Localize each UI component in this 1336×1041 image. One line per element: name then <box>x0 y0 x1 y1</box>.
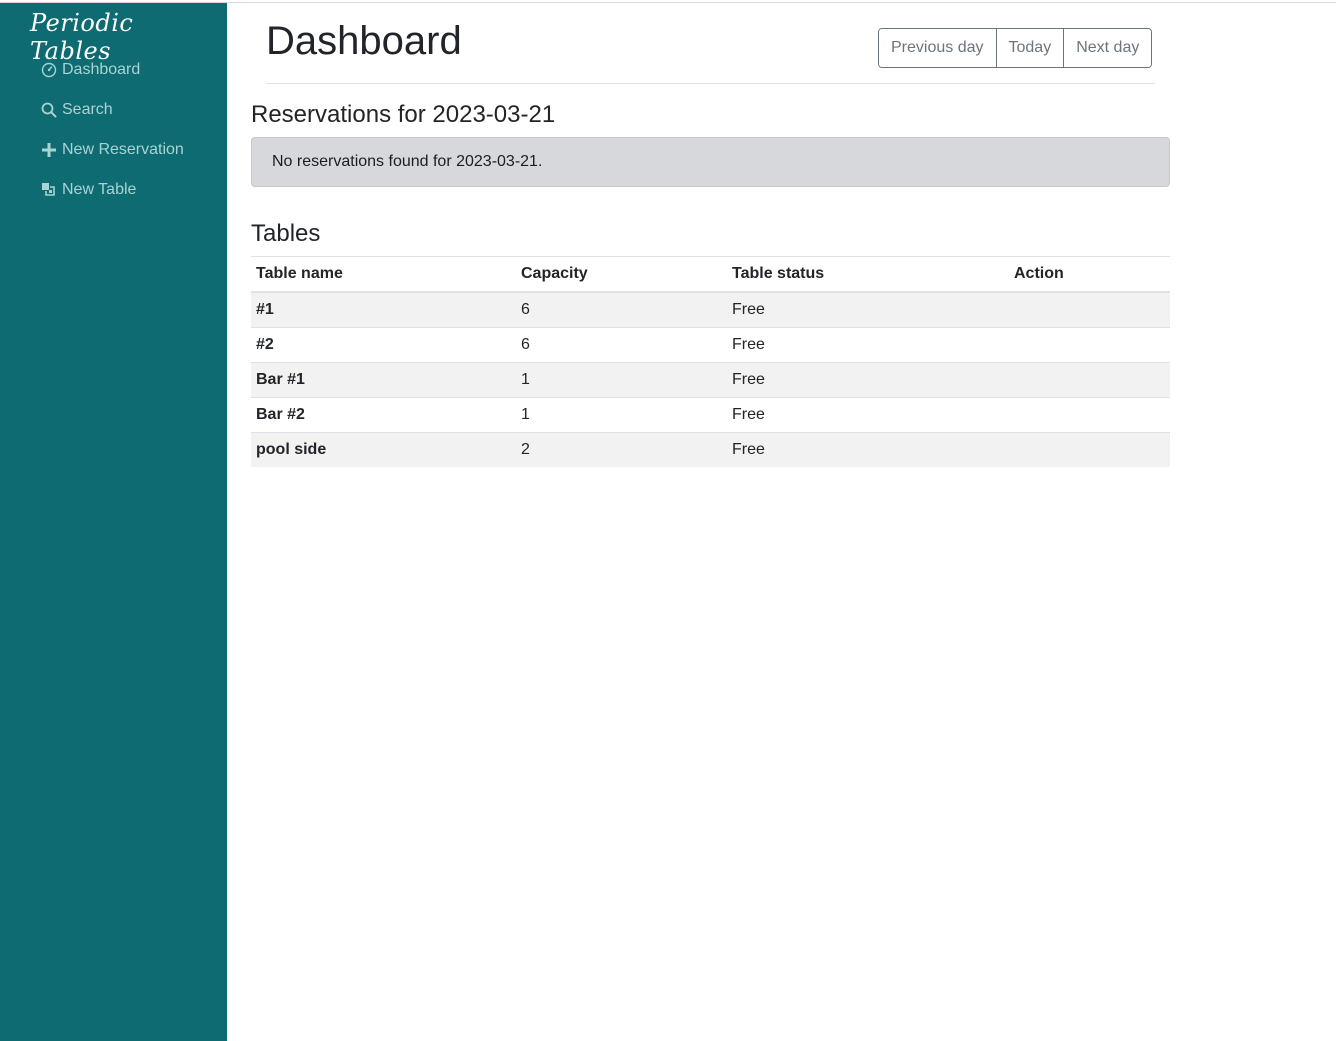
table-header-row: Table name Capacity Table status Action <box>251 256 1170 293</box>
status-cell: Free <box>727 432 1009 467</box>
dashboard-icon <box>40 61 58 79</box>
sidebar-item-search[interactable]: Search <box>40 98 113 122</box>
reservations-heading: Reservations for 2023-03-21 <box>251 101 556 128</box>
sidebar-item-label: Dashboard <box>62 61 141 78</box>
action-cell <box>1009 362 1170 398</box>
sidebar-item-label: New Reservation <box>62 141 184 158</box>
capacity-cell: 1 <box>516 362 727 398</box>
action-cell <box>1009 397 1170 433</box>
next-day-button[interactable]: Next day <box>1063 29 1152 67</box>
divider <box>266 83 1155 84</box>
alert-text: No reservations found for 2023-03-21. <box>272 153 543 170</box>
search-icon <box>40 101 58 119</box>
table-row: pool side 2 Free <box>251 432 1170 467</box>
column-header: Capacity <box>516 256 727 293</box>
column-header: Action <box>1009 256 1170 293</box>
status-cell: Free <box>727 397 1009 433</box>
capacity-cell: 1 <box>516 397 727 433</box>
tables-table: Table name Capacity Table status Action … <box>251 256 1170 467</box>
tables-heading: Tables <box>251 220 321 247</box>
action-cell <box>1009 291 1170 328</box>
brand-logo[interactable]: Periodic Tables <box>30 9 220 65</box>
sidebar-item-label: New Table <box>62 181 137 198</box>
main-content: Dashboard Previous day Today Next day Re… <box>227 3 1336 1041</box>
plus-icon <box>40 141 58 159</box>
capacity-cell: 6 <box>516 327 727 363</box>
table-row: #2 6 Free <box>251 327 1170 363</box>
sidebar-item-dashboard[interactable]: Dashboard <box>40 58 140 82</box>
table-name-cell: #2 <box>251 327 516 363</box>
sidebar-item-new-reservation[interactable]: New Reservation <box>40 138 184 162</box>
layers-icon <box>40 181 58 199</box>
status-cell: Free <box>727 327 1009 363</box>
sidebar: Periodic Tables Dashboard Search New Res… <box>0 3 227 1041</box>
table-name-cell: #1 <box>251 291 516 328</box>
no-reservations-alert: No reservations found for 2023-03-21. <box>251 137 1170 187</box>
status-cell: Free <box>727 291 1009 328</box>
action-cell <box>1009 432 1170 467</box>
page-title: Dashboard <box>266 19 462 63</box>
sidebar-item-new-table[interactable]: New Table <box>40 178 136 202</box>
status-cell: Free <box>727 362 1009 398</box>
capacity-cell: 2 <box>516 432 727 467</box>
table-row: Bar #1 1 Free <box>251 362 1170 398</box>
table-name-cell: Bar #1 <box>251 362 516 398</box>
capacity-cell: 6 <box>516 291 727 328</box>
previous-day-button[interactable]: Previous day <box>879 29 996 67</box>
table-name-cell: Bar #2 <box>251 397 516 433</box>
date-navigation: Previous day Today Next day <box>878 28 1153 68</box>
column-header: Table name <box>251 256 516 293</box>
table-row: Bar #2 1 Free <box>251 397 1170 433</box>
column-header: Table status <box>727 256 1009 293</box>
sidebar-item-label: Search <box>62 101 113 118</box>
table-row: #1 6 Free <box>251 291 1170 328</box>
action-cell <box>1009 327 1170 363</box>
today-button[interactable]: Today <box>995 29 1064 67</box>
table-name-cell: pool side <box>251 432 516 467</box>
